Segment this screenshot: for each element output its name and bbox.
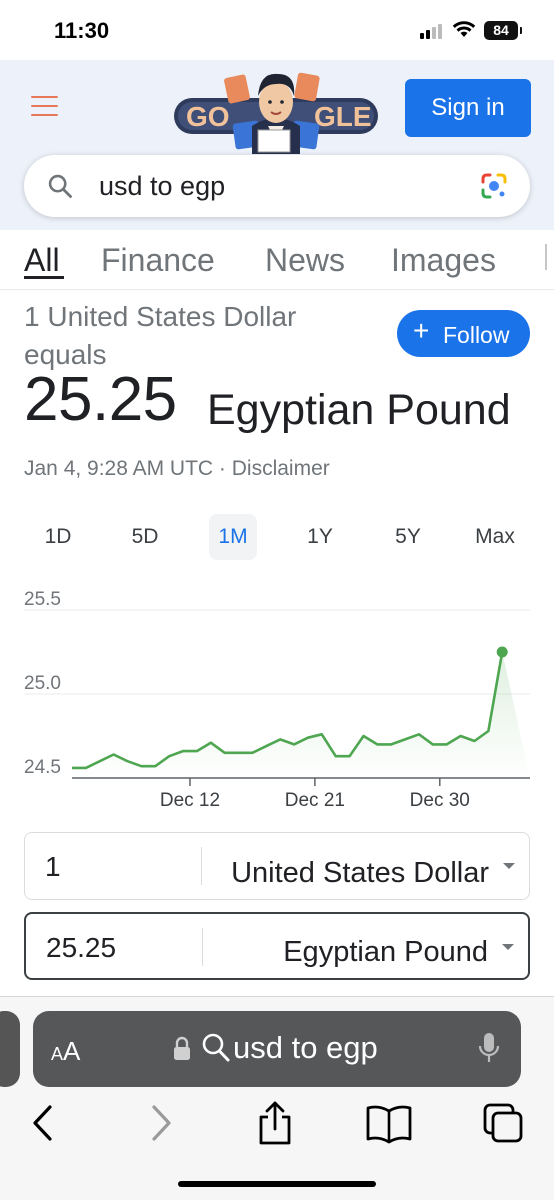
time-range-selector: 1D 5D 1M 1Y 5Y Max [24,514,530,560]
divider [201,847,202,885]
chart-area-fill [72,652,530,778]
chart-current-point [496,646,508,658]
to-currency-row: 25.25 Egyptian Pound [24,912,530,980]
status-bar: 11:30 84 [0,0,554,60]
x-tick-label: Dec 12 [160,790,220,811]
cellular-signal-icon [420,23,446,39]
search-box[interactable]: usd to egp [24,155,530,217]
from-currency-select[interactable]: United States Dollar [231,857,489,890]
reader-settings-button[interactable]: AA [51,1036,80,1067]
search-icon [202,1033,230,1062]
microphone-icon[interactable] [477,1031,501,1065]
from-currency-row: 1 United States Dollar [24,832,530,900]
exchange-rate-chart[interactable]: 25.5 25.0 24.5 Dec 12 Dec 21 Dec 30 [0,590,554,820]
tab-news[interactable]: News [265,242,345,279]
from-amount-label: 1 United States Dollar equals [24,301,297,370]
target-currency-label: Egyptian Pound [207,386,511,434]
search-icon [48,174,72,198]
search-input[interactable]: usd to egp [99,171,225,202]
tab-all[interactable]: All [24,242,60,279]
svg-text:GLE: GLE [314,101,372,132]
to-currency-select[interactable]: Egyptian Pound [283,936,488,969]
from-amount-input[interactable]: 1 [45,851,61,883]
bookmarks-icon[interactable] [364,1101,414,1145]
previous-tab-peek[interactable] [0,1011,20,1087]
home-indicator [178,1181,376,1187]
y-tick-label: 25.0 [24,673,61,694]
range-1d[interactable]: 1D [34,514,82,560]
tab-images[interactable]: Images [391,242,496,279]
follow-label: Follow [443,322,510,348]
to-amount-input[interactable]: 25.25 [46,932,116,964]
back-icon[interactable] [18,1101,68,1145]
range-max[interactable]: Max [471,514,519,560]
plus-icon: + [413,315,430,346]
lock-icon [174,1036,190,1060]
x-tick-label: Dec 30 [410,790,470,811]
range-1m[interactable]: 1M [209,514,257,560]
exchange-rate-value: 25.25 [24,365,177,434]
menu-icon[interactable] [31,96,58,116]
share-icon[interactable] [250,1101,300,1145]
range-1y[interactable]: 1Y [296,514,344,560]
google-doodle[interactable]: GO GLE [168,64,384,154]
google-lens-icon[interactable] [479,171,509,201]
rate-timestamp[interactable]: Jan 4, 9:28 AM UTC · Disclaimer [24,457,330,481]
address-bar[interactable]: AA usd to egp [33,1011,521,1087]
active-tab-underline [24,276,64,279]
forward-icon[interactable] [136,1101,186,1145]
battery-indicator: 84 [484,21,522,40]
search-tabs: All Finance News Images [0,238,554,290]
wifi-icon [452,21,476,37]
tabs-icon[interactable] [480,1101,530,1145]
x-tick-label: Dec 21 [285,790,345,811]
range-5y[interactable]: 5Y [384,514,432,560]
tab-overflow[interactable] [545,244,547,270]
y-tick-label: 25.5 [24,590,61,610]
sign-in-button[interactable]: Sign in [405,79,531,137]
caret-down-icon[interactable] [502,944,514,950]
caret-down-icon[interactable] [503,863,515,869]
status-time: 11:30 [54,18,110,43]
address-text: usd to egp [233,1030,378,1065]
tab-finance[interactable]: Finance [101,242,215,279]
y-tick-label: 24.5 [24,757,61,778]
safari-toolbar: AA usd to egp [0,996,554,1200]
divider [202,928,203,966]
follow-button[interactable]: + Follow [397,310,530,357]
range-5d[interactable]: 5D [121,514,169,560]
svg-text:GO: GO [186,101,230,132]
